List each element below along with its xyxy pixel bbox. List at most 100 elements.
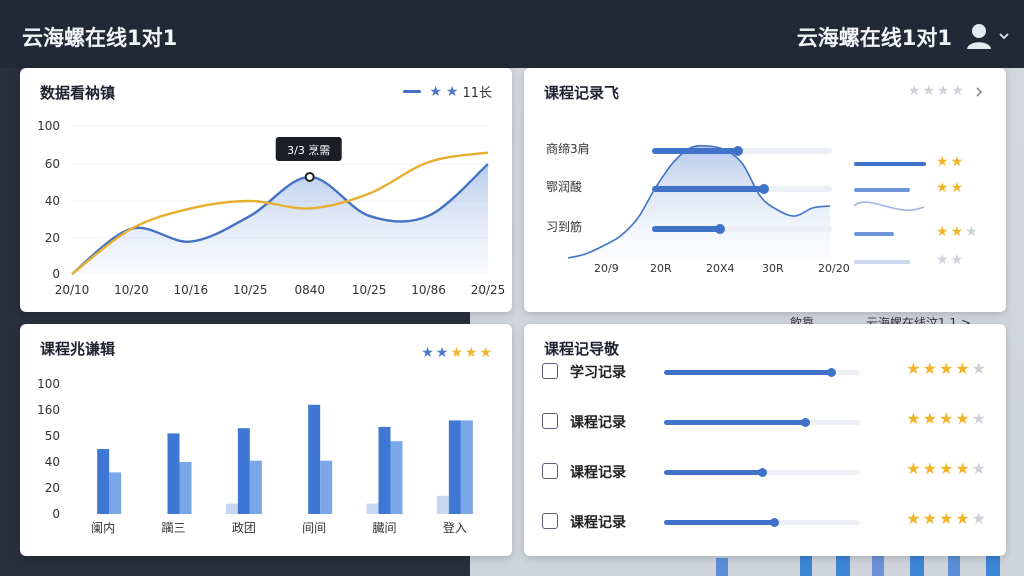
star-icon[interactable]: ★ (923, 411, 937, 427)
x-tick-label: 20/10 (55, 283, 90, 297)
y-tick-label: 60 (45, 157, 60, 171)
progress-knob[interactable] (758, 184, 769, 194)
star-icon[interactable]: ★ (939, 511, 953, 527)
progress-knob[interactable] (826, 368, 836, 377)
bar (448, 420, 461, 514)
star-icon: ★ (936, 252, 949, 268)
panel-course-record: 课程记录飞 ★ ★ ★ ★ 商缔3肩 鄂润酸 习到筋 20/9 20R 20Х4 30R 2… (524, 68, 1006, 312)
progress-knob[interactable] (769, 518, 779, 527)
star-icon: ★ (950, 180, 964, 196)
bar (167, 433, 180, 514)
y-tick-label: 50 (45, 429, 60, 443)
star-icon[interactable]: ★ (939, 461, 953, 477)
bar (308, 404, 321, 514)
star-rating[interactable]: ★ ★ ★ ★ ★ (906, 411, 986, 427)
brand-title-right: 云海螺在线1对1 (796, 26, 952, 50)
progress-track (652, 224, 832, 234)
bar (109, 472, 122, 514)
panel-bar-chart: 课程兆谦辑 ★ ★ ★ ★ ★ 0 20 40 50 160 100 阑内 躏三 政团 间间 臓间登… (20, 324, 512, 556)
list-item[interactable]: 课程记录 ★ ★ ★ ★ ★ (542, 406, 986, 436)
x-tick-label: 臓间 (372, 521, 396, 535)
star-icon[interactable]: ★ (955, 511, 969, 527)
star-icon[interactable]: ★ (939, 361, 953, 377)
star-icon[interactable]: ★ (972, 461, 986, 477)
star-icon[interactable]: ★ (972, 361, 986, 377)
list-item-label: 课程记录 (570, 515, 626, 531)
list-item[interactable]: 课程记录 ★ ★ ★ ★ ★ (542, 456, 986, 486)
list-item[interactable]: 课程记录 ★ ★ ★ ★ ★ (542, 506, 986, 536)
star-icon: ★ (950, 154, 964, 170)
y-tick-label: 100 (37, 377, 60, 391)
x-tick-label: 20R (650, 262, 672, 275)
progress-knob[interactable] (801, 418, 811, 427)
progress-track (652, 146, 832, 156)
bar (378, 426, 391, 514)
x-tick-label: 30R (762, 262, 784, 275)
star-icon[interactable]: ★ (906, 361, 920, 377)
star-icon[interactable]: ★ (972, 411, 986, 427)
bar (436, 495, 449, 514)
star-icon[interactable]: ★ (939, 411, 953, 427)
line-chart: 0 20 40 60 100 20/10 10/20 10/16 10/25 0840 10/25 1… (37, 119, 505, 297)
star-icon[interactable]: ★ (955, 461, 969, 477)
progress-fill (664, 470, 762, 475)
row-label: 习到筋 (546, 220, 583, 234)
mini-rating: ★ ★ (936, 155, 963, 169)
mini-progress-bar (854, 188, 910, 192)
star-icon[interactable]: ★ (923, 461, 937, 477)
mini-rating: ★ ★ (936, 181, 963, 195)
y-tick-label: 100 (37, 119, 60, 133)
progress-knob[interactable] (758, 468, 767, 477)
mini-progress-bar (854, 162, 926, 166)
y-tick-label: 0 (52, 507, 60, 521)
star-icon[interactable]: ★ (972, 511, 986, 527)
star-icon[interactable]: ★ (923, 511, 937, 527)
x-tick-label: 10/25 (352, 283, 387, 297)
star-icon[interactable]: ★ (923, 361, 937, 377)
bar (390, 441, 403, 514)
progress-track (664, 368, 860, 377)
bar (237, 428, 250, 514)
user-icon[interactable] (966, 22, 992, 50)
tooltip-text: 3/3 烹需 (287, 143, 330, 157)
star-icon[interactable]: ★ (906, 511, 920, 527)
list-item-label: 课程记录 (570, 415, 626, 431)
mini-rating: ★ ★ ★ (936, 225, 978, 239)
star-rating[interactable]: ★ ★ ★ ★ ★ (906, 511, 986, 527)
mini-progress-bar (854, 260, 910, 264)
star-icon[interactable]: ★ (906, 411, 920, 427)
progress-track (664, 418, 860, 427)
panel-course-list: 课程记导敬 学习记录 ★ ★ ★ ★ ★ 课程记录 ★ ★ ★ ★ ★ 课程记录 ★ ★ ★ ★ ★ 课程记录 ★ ★ ★… (524, 324, 1006, 556)
star-icon[interactable]: ★ (955, 361, 969, 377)
x-tick-label: 间间 (302, 521, 326, 535)
list-item-label: 课程记录 (570, 465, 626, 481)
checkbox[interactable] (542, 363, 558, 379)
bar (97, 449, 110, 514)
star-icon: ★ (936, 154, 949, 170)
x-tick-label: 10/16 (174, 283, 209, 297)
data-point-marker (304, 171, 315, 182)
list-item[interactable]: 学习记录 ★ ★ ★ ★ ★ (542, 356, 986, 386)
bar (225, 503, 238, 514)
mini-progress-bar (854, 232, 894, 236)
checkbox[interactable] (542, 463, 558, 479)
x-tick-label: 20/9 (594, 262, 619, 275)
star-rating[interactable]: ★ ★ ★ ★ ★ (906, 461, 986, 477)
star-icon[interactable]: ★ (906, 461, 920, 477)
x-tick-label: 政团 (232, 521, 256, 535)
bar (249, 460, 262, 514)
checkbox[interactable] (542, 513, 558, 529)
progress-track (652, 184, 832, 194)
y-tick-label: 0 (52, 267, 60, 281)
row-label: 鄂润酸 (546, 180, 583, 194)
brand-title: 云海螺在线1对1 (22, 26, 178, 50)
star-rating[interactable]: ★ ★ ★ ★ ★ (906, 361, 986, 377)
mini-area-line (853, 201, 925, 211)
x-tick-label: 阑内 (91, 520, 115, 535)
mini-rating: ★ ★ (936, 253, 963, 267)
chevron-down-icon[interactable] (998, 30, 1010, 42)
y-tick-label: 160 (37, 403, 60, 417)
star-icon[interactable]: ★ (955, 411, 969, 427)
checkbox[interactable] (542, 413, 558, 429)
progress-track (664, 518, 860, 527)
